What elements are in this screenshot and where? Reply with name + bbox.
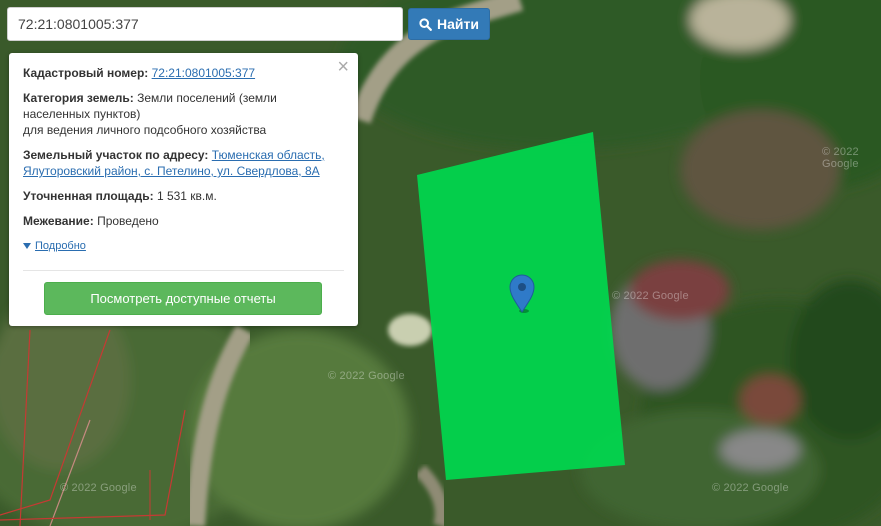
land-category-purpose: для ведения личного подсобного хозяйства: [23, 123, 267, 137]
view-reports-button[interactable]: Посмотреть доступные отчеты: [44, 282, 322, 315]
triangle-down-icon: [23, 243, 31, 249]
land-category-label: Категория земель:: [23, 91, 134, 105]
search-icon: [419, 17, 432, 31]
details-toggle[interactable]: Подробно: [23, 240, 86, 252]
survey-label: Межевание:: [23, 214, 94, 228]
search-button[interactable]: Найти: [408, 8, 490, 40]
search-input[interactable]: [7, 7, 403, 41]
cadastral-number-label: Кадастровый номер:: [23, 66, 149, 80]
map-watermark: © 2022 Google: [60, 482, 137, 494]
area-label: Уточненная площадь:: [23, 189, 154, 203]
map-watermark: © 2022 Google: [612, 290, 689, 302]
close-icon[interactable]: ×: [337, 57, 349, 77]
map-watermark: © 2022 Google: [822, 146, 859, 170]
address-row: Земельный участок по адресу: Тюменская о…: [23, 147, 333, 179]
land-category-row: Категория земель: Земли поселений (земли…: [23, 90, 303, 138]
survey-row: Межевание: Проведено: [23, 213, 344, 229]
area-value: 1 531 кв.м.: [156, 189, 217, 203]
cadastral-number-link[interactable]: 72:21:0801005:377: [152, 66, 255, 80]
cadastral-number-row: Кадастровый номер: 72:21:0801005:377: [23, 65, 344, 81]
parcel-info-popup: × Кадастровый номер: 72:21:0801005:377 К…: [9, 53, 358, 326]
map-watermark: © 2022 Google: [328, 370, 405, 382]
map-watermark: © 2022 Google: [712, 482, 789, 494]
area-row: Уточненная площадь: 1 531 кв.м.: [23, 188, 344, 204]
address-label: Земельный участок по адресу:: [23, 148, 209, 162]
search-button-label: Найти: [437, 16, 479, 32]
details-label: Подробно: [35, 240, 86, 252]
survey-value: Проведено: [97, 214, 159, 228]
popup-divider: [23, 270, 344, 271]
